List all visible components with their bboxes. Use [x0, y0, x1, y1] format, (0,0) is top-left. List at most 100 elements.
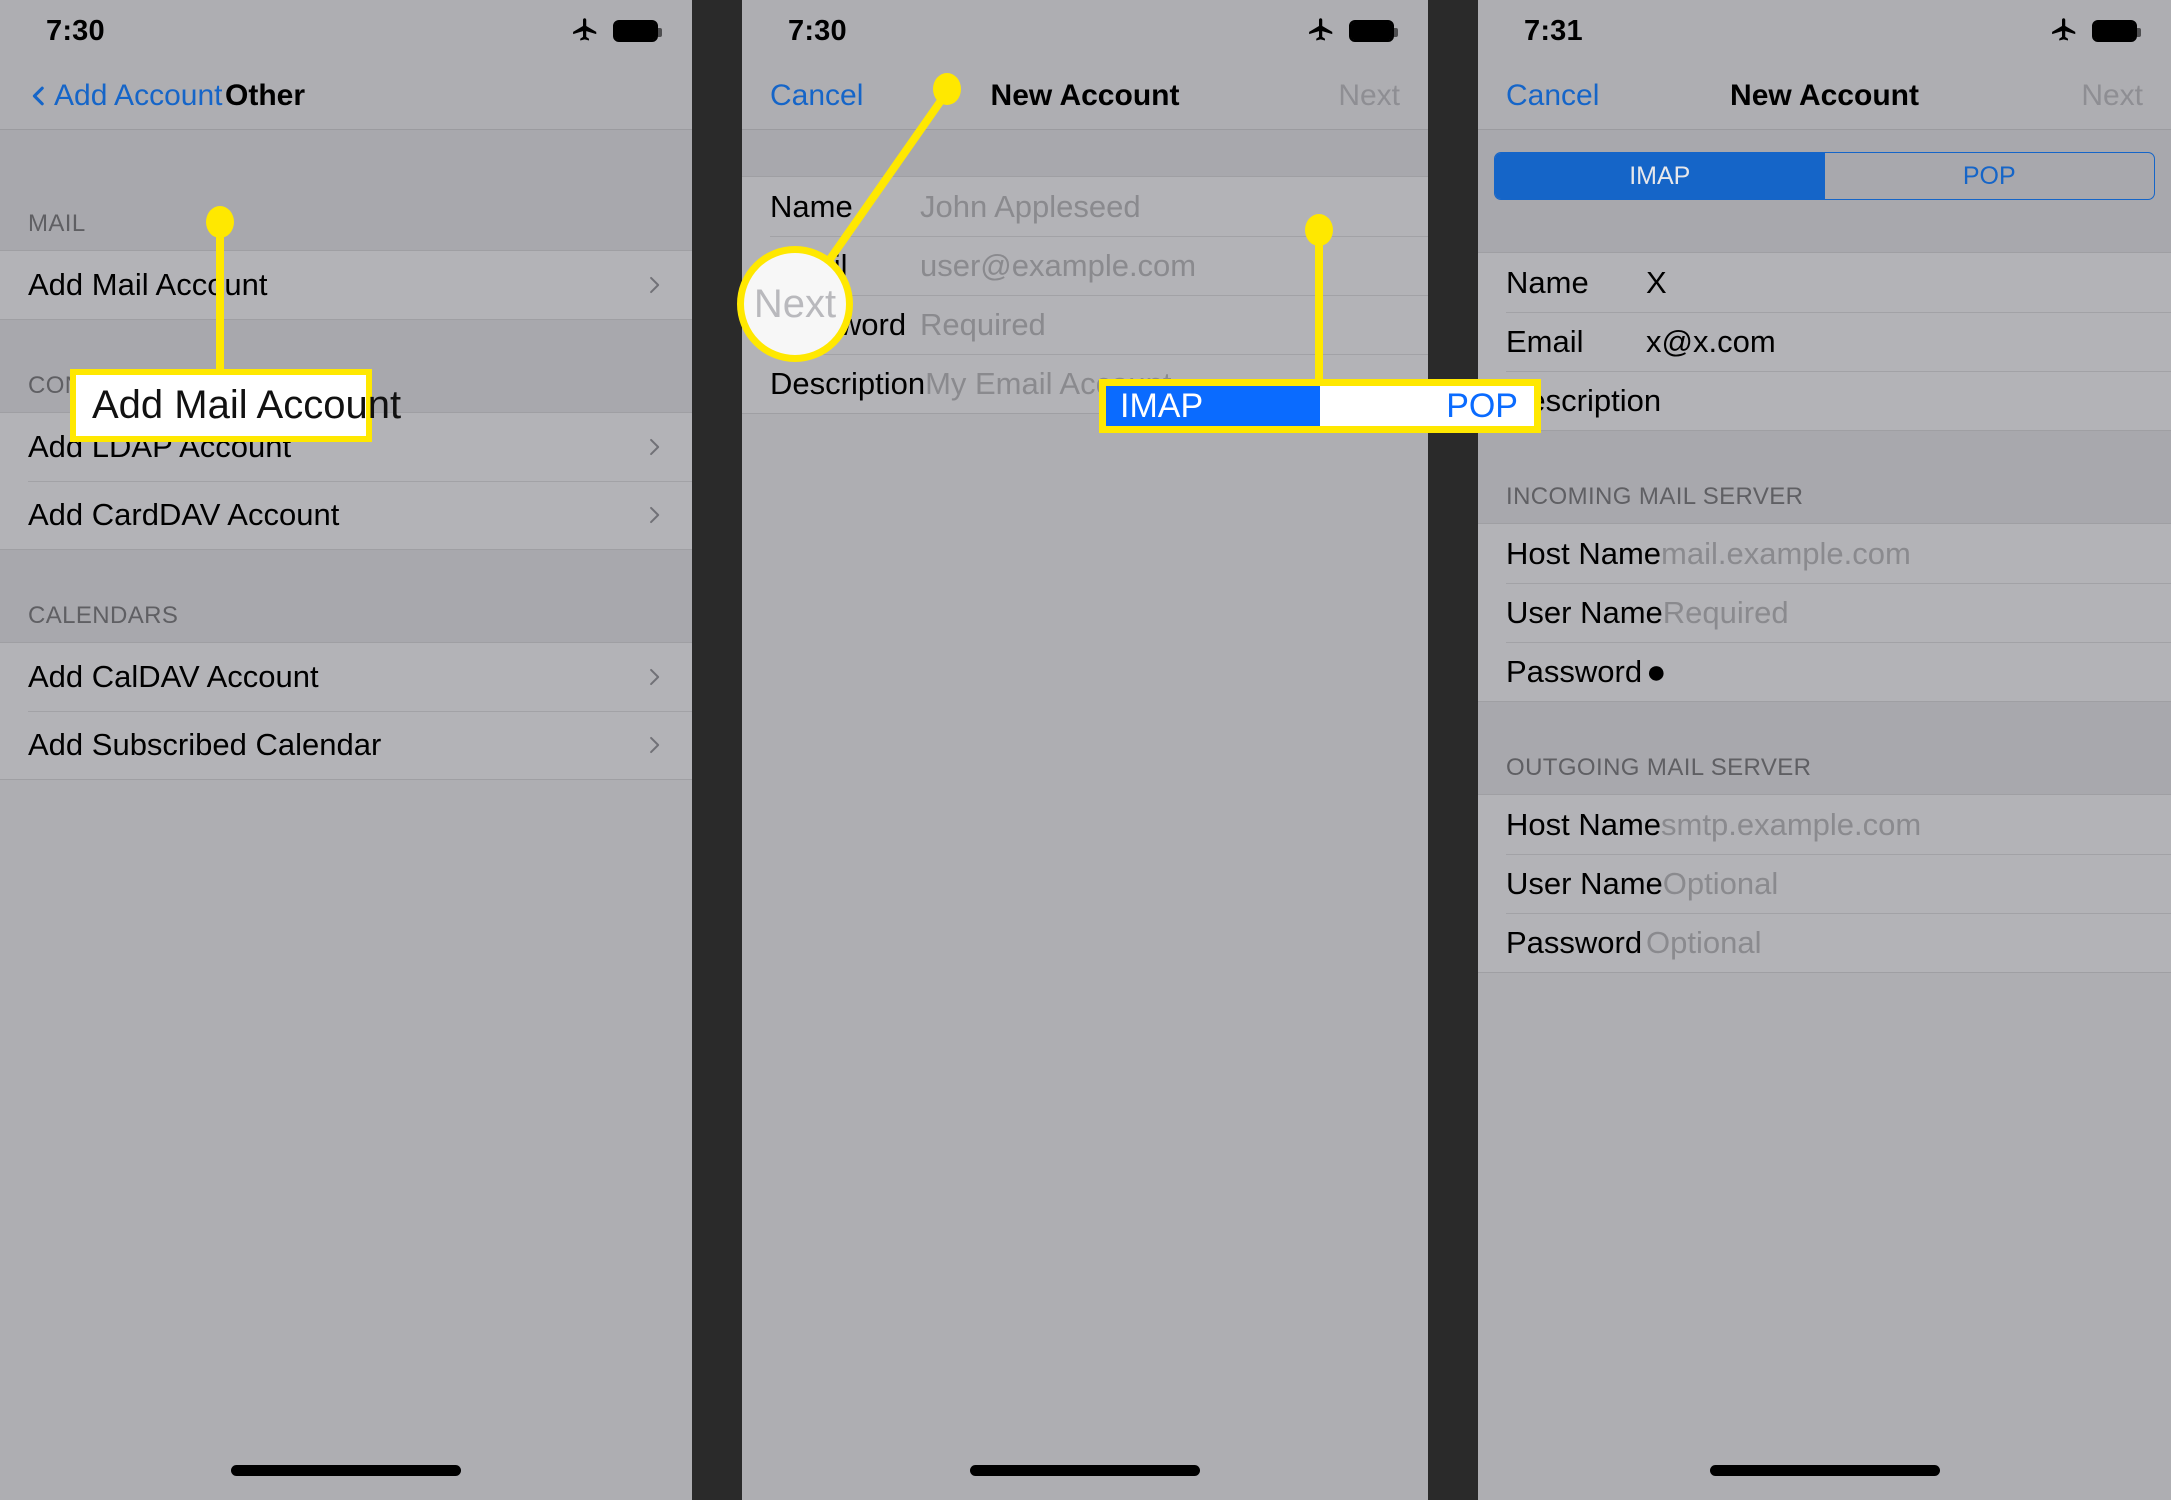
incoming-user-name-row[interactable]: User Name Required: [1478, 583, 2171, 642]
battery-full-icon: [613, 20, 662, 42]
section-header-calendars: CALENDARS: [0, 550, 692, 642]
incoming-mail-server-form: Host Name mail.example.com User Name Req…: [1478, 523, 2171, 702]
description-field-row[interactable]: Description My Email Account: [742, 354, 1428, 413]
section-header-outgoing-mail-server: OUTGOING MAIL SERVER: [1478, 702, 2171, 794]
incoming-user-name-label: User Name: [1506, 594, 1663, 630]
password-field-placeholder: Required: [920, 306, 1046, 342]
section-header-incoming-mail-server: INCOMING MAIL SERVER: [1478, 431, 2171, 523]
password-field-row[interactable]: Password Required: [742, 295, 1428, 354]
row-label: Add Mail Account: [28, 267, 268, 302]
sidebar-item-add-subscribed-calendar[interactable]: Add Subscribed Calendar: [0, 711, 692, 779]
incoming-host-name-label: Host Name: [1506, 535, 1662, 571]
incoming-password-row[interactable]: Password ●: [1478, 642, 2171, 701]
outgoing-password-placeholder: Optional: [1646, 924, 1762, 960]
airplane-icon: [2052, 18, 2076, 41]
nav-bar: Cancel New Account Next: [1478, 62, 2171, 130]
incoming-host-name-placeholder: mail.example.com: [1661, 535, 1911, 571]
airplane-icon: [1309, 18, 1333, 41]
protocol-segmented-control[interactable]: IMAP POP: [1494, 152, 2155, 200]
sidebar-item-add-mail-account[interactable]: Add Mail Account: [0, 251, 692, 319]
name-field-row[interactable]: Name X: [1478, 253, 2171, 312]
outgoing-host-name-placeholder: smtp.example.com: [1661, 806, 1922, 842]
description-field-placeholder: My Email Account: [925, 365, 1172, 401]
description-field-label: Description: [1506, 382, 1662, 418]
chevron-right-icon: [650, 438, 660, 456]
back-button[interactable]: Add Account: [28, 79, 222, 113]
incoming-user-name-placeholder: Required: [1662, 594, 1789, 630]
description-field-row[interactable]: Description: [1478, 371, 2171, 430]
outgoing-host-name-row[interactable]: Host Name smtp.example.com: [1478, 795, 2171, 854]
outgoing-password-row[interactable]: Password Optional: [1478, 913, 2171, 972]
row-label: Add CardDAV Account: [28, 497, 340, 532]
cancel-button[interactable]: Cancel: [770, 79, 863, 113]
email-field-label: Email: [1506, 323, 1584, 359]
next-button[interactable]: Next: [1338, 79, 1400, 113]
protocol-segmented-control-wrap: IMAP POP: [1478, 130, 2171, 218]
password-field-label: Password: [770, 306, 907, 342]
status-icons: [2049, 16, 2141, 46]
list-top-spacer: [0, 130, 692, 176]
chevron-right-icon: [650, 506, 660, 524]
home-indicator: [1709, 1465, 1940, 1476]
status-icons: [1306, 16, 1398, 46]
outgoing-user-name-placeholder: Optional: [1662, 865, 1779, 901]
status-time: 7:30: [788, 14, 847, 47]
cancel-button[interactable]: Cancel: [1506, 79, 1599, 113]
name-field-row[interactable]: Name John Appleseed: [742, 177, 1428, 236]
incoming-host-name-row[interactable]: Host Name mail.example.com: [1478, 524, 2171, 583]
section-header-mail: MAIL: [0, 176, 692, 250]
screenshot-stage: 7:30 Add Account Other MAIL Add Mail Acc…: [0, 0, 2171, 1500]
new-account-form: Name John Appleseed Email user@example.c…: [742, 176, 1428, 414]
segment-gap: [1478, 218, 2171, 252]
tab-imap[interactable]: IMAP: [1495, 153, 1825, 199]
description-field-label: Description: [770, 365, 926, 401]
tab-pop[interactable]: POP: [1825, 153, 2155, 199]
sidebar-item-add-ldap-account[interactable]: Add LDAP Account: [0, 413, 692, 481]
status-time: 7:30: [46, 14, 105, 47]
name-field-placeholder: John Appleseed: [920, 188, 1141, 224]
row-label: Add Subscribed Calendar: [28, 727, 382, 762]
page-title: Other: [225, 78, 306, 112]
home-indicator: [231, 1465, 461, 1476]
name-field-label: Name: [770, 188, 853, 224]
incoming-password-value: ●: [1646, 652, 1667, 691]
chevron-left-icon: [32, 86, 44, 105]
email-field-row[interactable]: Email x@x.com: [1478, 312, 2171, 371]
status-bar: 7:31: [1478, 0, 2171, 62]
outgoing-mail-server-form: Host Name smtp.example.com User Name Opt…: [1478, 794, 2171, 973]
section-group-calendars: Add CalDAV Account Add Subscribed Calend…: [0, 642, 692, 780]
sidebar-item-add-carddav-account[interactable]: Add CardDAV Account: [0, 481, 692, 549]
battery-full-icon: [1349, 20, 1398, 42]
name-field-value: X: [1646, 264, 1667, 300]
chevron-right-icon: [650, 276, 660, 294]
status-time: 7:31: [1524, 14, 1583, 47]
chevron-right-icon: [650, 668, 660, 686]
next-button[interactable]: Next: [2081, 79, 2143, 113]
section-header-contacts: CONTACTS: [0, 320, 692, 412]
nav-bar: Cancel New Account Next: [742, 62, 1428, 130]
status-bar: 7:30: [0, 0, 692, 62]
status-icons: [570, 16, 662, 46]
home-indicator: [970, 1465, 1200, 1476]
outgoing-user-name-label: User Name: [1506, 865, 1663, 901]
nav-bar: Add Account Other: [0, 62, 692, 130]
outgoing-password-label: Password: [1506, 924, 1643, 960]
phone-panel-1: 7:30 Add Account Other MAIL Add Mail Acc…: [0, 0, 692, 1500]
row-label: Add CalDAV Account: [28, 659, 319, 694]
airplane-icon: [573, 18, 597, 41]
name-field-label: Name: [1506, 264, 1589, 300]
back-button-label: Add Account: [54, 78, 223, 112]
phone-panel-3: 7:31 Cancel New Account Next IMAP POP Na…: [1478, 0, 2171, 1500]
chevron-right-icon: [650, 736, 660, 754]
email-field-row[interactable]: Email user@example.com: [742, 236, 1428, 295]
account-info-form: Name X Email x@x.com Description: [1478, 252, 2171, 431]
email-field-placeholder: user@example.com: [920, 247, 1197, 283]
status-bar: 7:30: [742, 0, 1428, 62]
section-group-mail: Add Mail Account: [0, 250, 692, 320]
phone-panel-2: 7:30 Cancel New Account Next Name John A…: [742, 0, 1428, 1500]
form-top-spacer: [742, 130, 1428, 176]
outgoing-user-name-row[interactable]: User Name Optional: [1478, 854, 2171, 913]
email-field-value: x@x.com: [1646, 323, 1776, 359]
sidebar-item-add-caldav-account[interactable]: Add CalDAV Account: [0, 643, 692, 711]
row-label: Add LDAP Account: [28, 429, 292, 464]
